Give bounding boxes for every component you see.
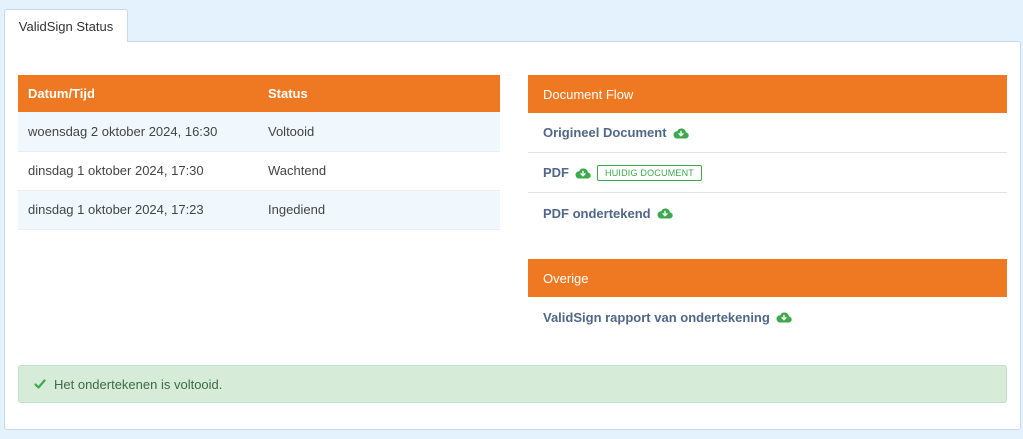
cloud-download-icon[interactable] bbox=[575, 167, 591, 179]
pdf-ondertekend-link[interactable]: PDF ondertekend bbox=[543, 206, 651, 221]
doc-item-origineel: Origineel Document bbox=[528, 113, 1007, 153]
cell-datetime: dinsdag 1 oktober 2024, 17:23 bbox=[18, 190, 258, 230]
document-flow-title: Document Flow bbox=[528, 75, 1007, 113]
document-flow-box: Document Flow Origineel Document PDF HUI… bbox=[528, 75, 1007, 233]
success-alert: Het ondertekenen is voltooid. bbox=[18, 365, 1007, 403]
cloud-download-icon[interactable] bbox=[657, 207, 673, 219]
pdf-link[interactable]: PDF bbox=[543, 165, 569, 180]
cell-status: Wachtend bbox=[258, 151, 500, 191]
table-header-row: Datum/Tijd Status bbox=[18, 75, 500, 112]
overige-box: Overige ValidSign rapport van onderteken… bbox=[528, 259, 1007, 337]
status-panel: Datum/Tijd Status woensdag 2 oktober 202… bbox=[4, 41, 1021, 430]
check-icon bbox=[34, 378, 46, 390]
cell-status: Voltooid bbox=[258, 112, 500, 152]
column-header-datetime: Datum/Tijd bbox=[18, 75, 258, 112]
cell-status: Ingediend bbox=[258, 190, 500, 230]
rapport-link[interactable]: ValidSign rapport van ondertekening bbox=[543, 310, 770, 325]
status-table: Datum/Tijd Status woensdag 2 oktober 202… bbox=[18, 75, 500, 230]
table-row: dinsdag 1 oktober 2024, 17:23 Ingediend bbox=[18, 190, 500, 230]
tab-validsign-status[interactable]: ValidSign Status bbox=[4, 9, 128, 42]
column-header-status: Status bbox=[258, 75, 500, 112]
cell-datetime: dinsdag 1 oktober 2024, 17:30 bbox=[18, 151, 258, 191]
table-row: woensdag 2 oktober 2024, 16:30 Voltooid bbox=[18, 112, 500, 152]
doc-item-pdf-ondertekend: PDF ondertekend bbox=[528, 193, 1007, 233]
alert-message: Het ondertekenen is voltooid. bbox=[54, 376, 223, 392]
table-row: dinsdag 1 oktober 2024, 17:30 Wachtend bbox=[18, 151, 500, 191]
cell-datetime: woensdag 2 oktober 2024, 16:30 bbox=[18, 112, 258, 152]
tab-label: ValidSign Status bbox=[18, 18, 114, 34]
origineel-document-link[interactable]: Origineel Document bbox=[543, 125, 667, 140]
doc-item-pdf: PDF HUIDIG DOCUMENT bbox=[528, 153, 1007, 193]
cloud-download-icon[interactable] bbox=[776, 311, 792, 323]
current-document-badge: HUIDIG DOCUMENT bbox=[597, 164, 702, 181]
overige-title: Overige bbox=[528, 259, 1007, 297]
cloud-download-icon[interactable] bbox=[673, 127, 689, 139]
doc-item-rapport: ValidSign rapport van ondertekening bbox=[528, 297, 1007, 337]
